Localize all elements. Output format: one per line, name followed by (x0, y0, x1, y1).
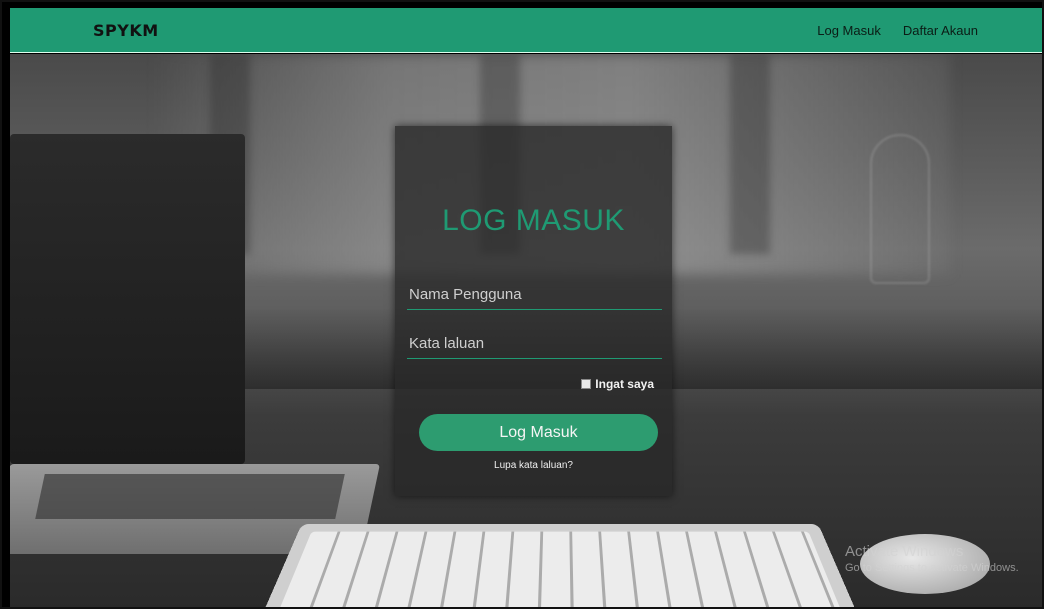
login-card: LOG MASUK Ingat saya Log Masuk Lupa kata… (395, 126, 672, 496)
remember-checkbox[interactable] (581, 379, 592, 389)
forgot-password-link[interactable]: Lupa kata laluan? (395, 460, 672, 471)
background-laptop-keyboard (35, 474, 345, 519)
background-pillar (730, 54, 770, 254)
username-field (407, 280, 662, 310)
page-frame: SPYKM Log Masuk Daftar Akaun LOG MASUK I… (0, 0, 1044, 609)
password-input[interactable] (407, 329, 662, 358)
background-keyboard (254, 523, 866, 607)
watermark-subtitle: Go to Settings to activate Windows. (845, 562, 1019, 574)
nav-link-daftar-akaun[interactable]: Daftar Akaun (903, 23, 978, 38)
password-field (407, 329, 662, 359)
nav-link-log-masuk[interactable]: Log Masuk (817, 23, 881, 38)
top-navbar: SPYKM Log Masuk Daftar Akaun (10, 8, 1042, 53)
windows-activation-watermark: Activate Windows Go to Settings to activ… (845, 543, 1019, 574)
background-glass (870, 134, 930, 284)
brand-logo[interactable]: SPYKM (93, 21, 159, 40)
background-laptop-screen (10, 134, 245, 464)
login-button[interactable]: Log Masuk (419, 414, 658, 451)
watermark-title: Activate Windows (845, 543, 964, 560)
remember-label: Ingat saya (595, 377, 654, 391)
remember-me[interactable]: Ingat saya (581, 377, 654, 391)
background-keyboard-keys (273, 531, 847, 607)
nav-links: Log Masuk Daftar Akaun (817, 23, 978, 38)
username-input[interactable] (407, 280, 662, 309)
login-title: LOG MASUK (442, 204, 625, 237)
